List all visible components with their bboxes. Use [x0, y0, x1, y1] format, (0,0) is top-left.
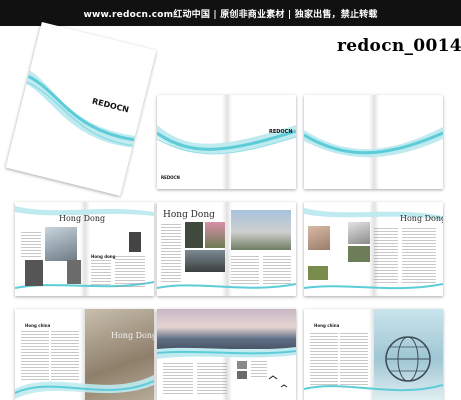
spread-logo-text: REDOCN	[269, 129, 293, 135]
text-column	[310, 333, 338, 387]
person-photo	[129, 232, 141, 252]
blossom-photo	[205, 222, 225, 248]
thumbnail-photo	[237, 371, 247, 379]
road-photo	[185, 250, 225, 272]
text-column	[51, 331, 79, 381]
city-photo	[67, 260, 81, 284]
thumbnail-photo	[237, 361, 247, 369]
spread-title: Hong Dong	[400, 214, 443, 223]
site-banner: www.redocn.com红动中国 | 原创非商业素材 | 独家出售，禁止转载	[0, 0, 461, 26]
brochure-cover: REDOCN	[5, 21, 157, 197]
text-column	[21, 232, 41, 258]
text-column	[251, 361, 267, 379]
section-heading: Hong dong	[91, 254, 116, 259]
text-column	[402, 228, 436, 284]
book-photo	[348, 222, 370, 244]
castle-photo	[231, 210, 291, 250]
spread-globe: Hong china	[304, 309, 443, 400]
landscape-photo	[348, 246, 370, 262]
tree-photo	[185, 222, 203, 248]
text-column	[374, 228, 398, 284]
text-column	[197, 363, 227, 395]
spread-wave-graphic	[304, 127, 443, 158]
spread-seascape	[157, 309, 296, 400]
section-heading: Hong china	[314, 323, 340, 328]
spread-title: Hong Dong	[111, 331, 154, 340]
text-column	[263, 256, 291, 286]
spread-title: Hong Dong	[59, 214, 106, 223]
banner-text: www.redocn.com红动中国 | 原创非商业素材 | 独家出售，禁止转载	[83, 9, 378, 20]
text-column	[340, 333, 368, 387]
spread-hong-dong-b: Hong Dong	[157, 202, 296, 296]
spread-title: Hong Dong	[163, 210, 215, 220]
text-column	[21, 331, 49, 381]
spread-logo: REDOCN REDOCN	[157, 95, 296, 189]
section-heading: Hong china	[25, 323, 51, 328]
field-photo	[308, 266, 328, 280]
spread-logo-small: REDOCN	[161, 175, 180, 180]
text-column	[231, 256, 259, 286]
template-code-label: redocn_0014	[337, 36, 461, 56]
spread-hong-dong-a: Hong Dong Hong dong	[15, 202, 154, 296]
text-column	[91, 260, 111, 286]
architecture-photo	[45, 227, 77, 261]
spread-hong-china-map: Hong china Hong Dong	[15, 309, 154, 400]
building-photo	[25, 260, 43, 286]
spread-wave-plain	[304, 95, 443, 189]
text-column	[115, 256, 145, 288]
spread-hong-dong-c: Hong Dong	[304, 202, 443, 296]
text-column	[163, 363, 193, 395]
text-column	[161, 224, 181, 284]
cover-wave-graphic	[26, 70, 136, 148]
hand-photo	[308, 226, 330, 250]
